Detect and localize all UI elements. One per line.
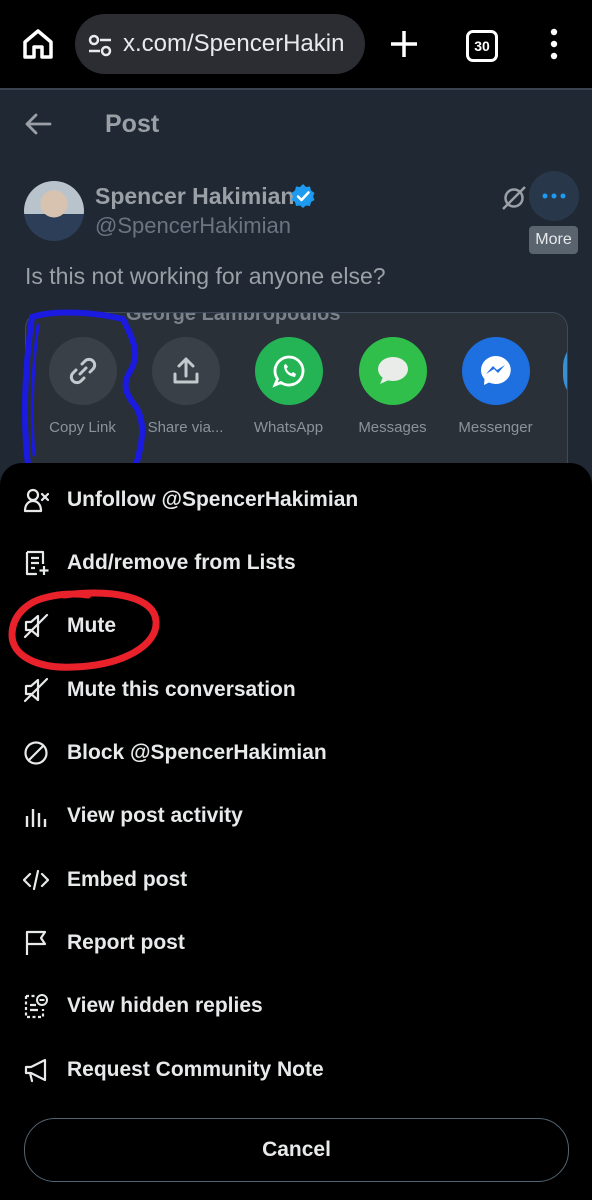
mute-icon bbox=[23, 613, 49, 639]
list-icon bbox=[25, 550, 49, 576]
share-circle bbox=[151, 337, 220, 405]
messages-icon bbox=[377, 357, 408, 384]
messenger-icon bbox=[480, 356, 511, 385]
share-next-partial[interactable] bbox=[563, 337, 567, 405]
share-messenger[interactable]: Messenger bbox=[448, 337, 543, 436]
back-arrow-icon[interactable] bbox=[24, 110, 52, 138]
share-messages[interactable]: Messages bbox=[345, 337, 440, 436]
menu-item-lists[interactable]: Add/remove from Lists bbox=[0, 533, 592, 593]
share-label: Share via... bbox=[147, 419, 224, 436]
menu-item-mute[interactable]: Mute bbox=[0, 596, 592, 656]
menu-item-label: Unfollow @SpencerHakimian bbox=[67, 488, 359, 511]
page-title: Post bbox=[105, 110, 160, 138]
share-circle bbox=[254, 337, 323, 405]
flag-icon bbox=[25, 930, 47, 955]
menu-item-post-activity[interactable]: View post activity bbox=[0, 786, 592, 846]
more-dots-icon bbox=[542, 193, 566, 199]
menu-item-label: Embed post bbox=[67, 868, 188, 891]
menu-item-block[interactable]: Block @SpencerHakimian bbox=[0, 723, 592, 783]
menu-item-label: Mute bbox=[67, 614, 116, 637]
tab-switcher-button[interactable]: 30 bbox=[466, 30, 498, 62]
share-icon bbox=[173, 357, 198, 384]
browser-toolbar: x.com/SpencerHakin 30 bbox=[0, 0, 592, 90]
menu-item-embed[interactable]: Embed post bbox=[0, 850, 592, 910]
cancel-button[interactable]: Cancel bbox=[24, 1118, 569, 1182]
block-icon bbox=[24, 741, 48, 765]
share-label: Messages bbox=[358, 419, 427, 436]
share-label: Copy Link bbox=[49, 419, 116, 436]
menu-item-label: View hidden replies bbox=[67, 994, 263, 1017]
menu-item-report[interactable]: Report post bbox=[0, 913, 592, 973]
unfollow-icon bbox=[23, 488, 49, 513]
site-settings-icon[interactable] bbox=[87, 32, 113, 58]
post-options-sheet: Unfollow @SpencerHakimian Add/remove fro… bbox=[0, 463, 592, 1200]
share-circle bbox=[461, 337, 530, 405]
mute-conversation-icon bbox=[23, 677, 49, 703]
verified-badge-icon bbox=[291, 184, 315, 208]
menu-item-label: View post activity bbox=[67, 804, 243, 827]
menu-item-community-note[interactable]: Request Community Note bbox=[0, 1040, 592, 1100]
share-whatsapp[interactable]: WhatsApp bbox=[241, 337, 336, 436]
avatar[interactable] bbox=[24, 181, 84, 241]
grok-icon[interactable] bbox=[500, 184, 528, 212]
quoted-post-card[interactable]: George Lambropoulos Copy Link Share via.… bbox=[25, 312, 568, 465]
browser-menu-icon[interactable] bbox=[546, 26, 562, 62]
menu-item-label: Request Community Note bbox=[67, 1058, 324, 1081]
more-tooltip: More bbox=[529, 226, 578, 254]
share-via[interactable]: Share via... bbox=[138, 337, 233, 436]
megaphone-icon bbox=[24, 1058, 47, 1083]
more-options-button[interactable] bbox=[529, 171, 579, 221]
new-tab-icon[interactable] bbox=[388, 28, 420, 60]
home-icon[interactable] bbox=[20, 26, 56, 62]
menu-item-label: Block @SpencerHakimian bbox=[67, 741, 327, 764]
link-icon bbox=[69, 357, 96, 385]
share-circle bbox=[358, 337, 427, 405]
share-label: WhatsApp bbox=[253, 419, 324, 436]
address-bar[interactable]: x.com/SpencerHakin bbox=[75, 14, 365, 74]
menu-item-label: Report post bbox=[67, 931, 185, 954]
whatsapp-icon bbox=[271, 355, 304, 388]
author-handle[interactable]: @SpencerHakimian bbox=[95, 213, 291, 239]
hidden-replies-icon bbox=[24, 994, 48, 1019]
menu-item-label: Mute this conversation bbox=[67, 678, 296, 701]
activity-icon bbox=[25, 809, 47, 827]
menu-item-unfollow[interactable]: Unfollow @SpencerHakimian bbox=[0, 470, 592, 530]
url-text[interactable]: x.com/SpencerHakin bbox=[123, 30, 344, 58]
menu-item-mute-conversation[interactable]: Mute this conversation bbox=[0, 660, 592, 720]
share-label: Messenger bbox=[458, 419, 533, 436]
menu-item-label: Add/remove from Lists bbox=[67, 551, 296, 574]
post-text: Is this not working for anyone else? bbox=[25, 263, 386, 289]
share-circle bbox=[48, 337, 117, 405]
menu-item-hidden-replies[interactable]: View hidden replies bbox=[0, 976, 592, 1036]
post-header: Post bbox=[0, 90, 592, 160]
quoted-author-name: George Lambropoulos bbox=[126, 312, 341, 325]
share-copy-link[interactable]: Copy Link bbox=[35, 337, 130, 436]
author-name[interactable]: Spencer Hakimian bbox=[95, 183, 294, 210]
embed-icon bbox=[23, 869, 49, 891]
